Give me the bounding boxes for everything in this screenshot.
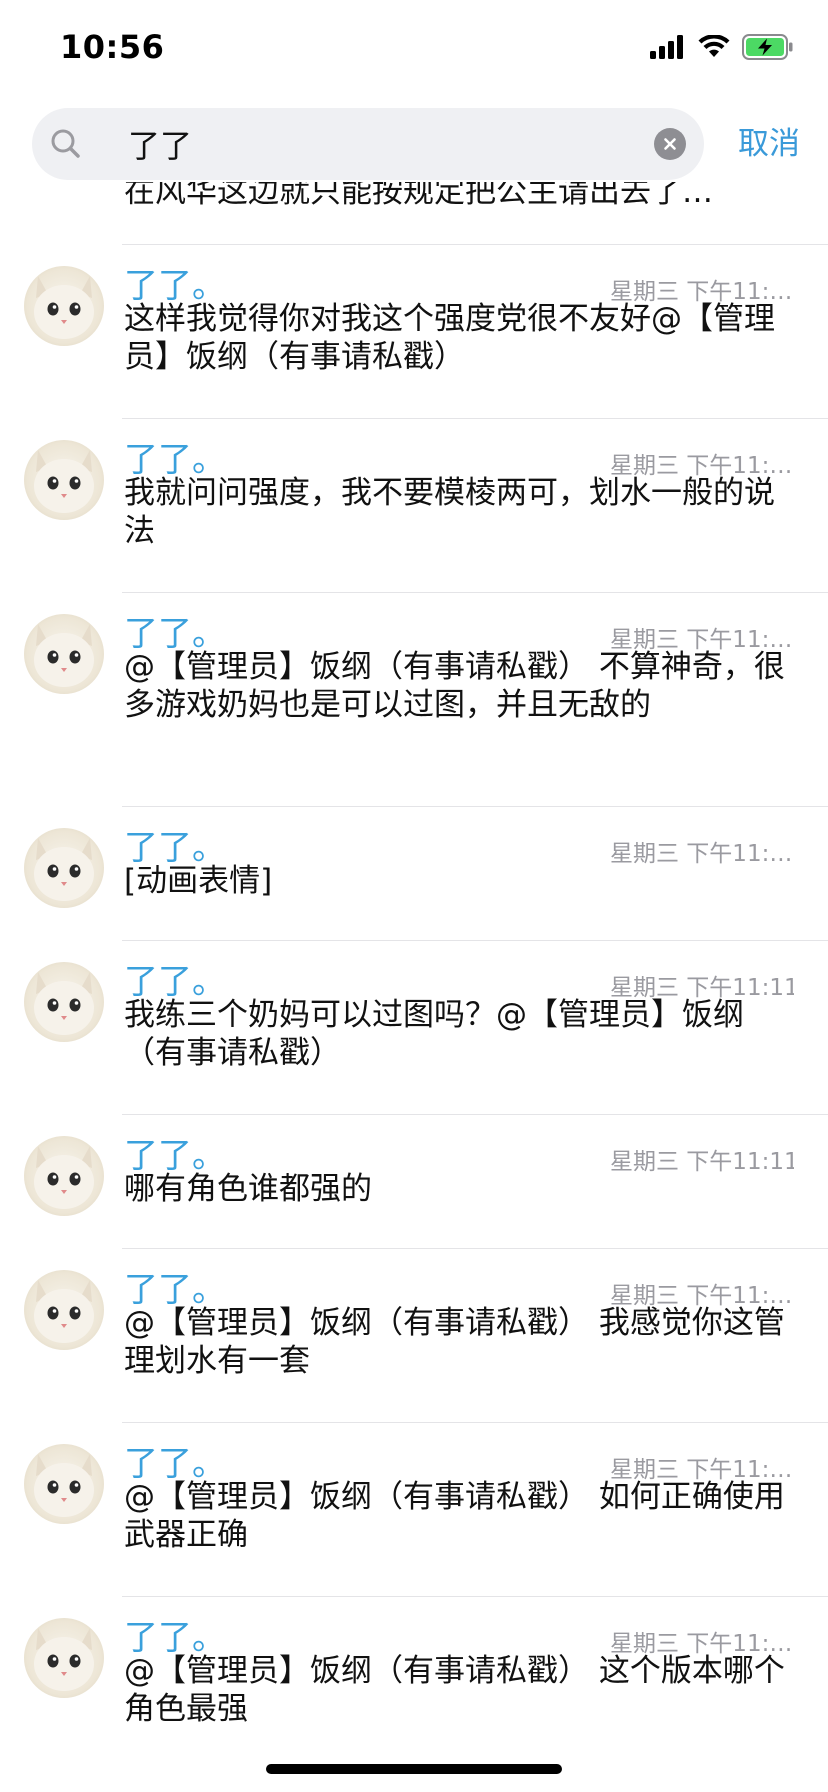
result-item[interactable]: 了了。 星期三 下午11:… 我就问问强度，我不要模棱两可，划水一般的说法 — [0, 418, 828, 592]
search-input[interactable] — [98, 108, 638, 180]
cat-avatar-icon — [34, 838, 94, 901]
cat-avatar-icon — [34, 1454, 94, 1517]
search-field-container[interactable] — [32, 108, 704, 180]
clear-icon — [664, 138, 676, 150]
cat-avatar-icon — [34, 450, 94, 513]
result-item[interactable]: 了了。 星期三 下午11:… @【管理员】饭纲（有事请私戳） 如何正确使用武器正… — [0, 1422, 828, 1596]
result-item[interactable]: 了了。 星期三 下午11:… @【管理员】饭纲（有事请私戳） 这个版本哪个角色最… — [0, 1596, 828, 1742]
partial-result-item[interactable]: 在风华这边就只能按规定把公主请出去了… — [0, 182, 828, 244]
message-text: 我练三个奶妈可以过图吗？@【管理员】饭纲（有事请私戳） — [124, 997, 744, 1071]
search-results-list[interactable]: 在风华这边就只能按规定把公主请出去了… 了了。 星期三 下午11:… 这样我觉得… — [0, 182, 828, 1742]
home-indicator[interactable] — [266, 1764, 562, 1774]
message-text: @【管理员】饭纲（有事请私戳） 我感觉你这管理划水有一套 — [124, 1305, 785, 1379]
avatar — [24, 440, 104, 520]
result-item[interactable]: 了了。 星期三 下午11:11 哪有角色谁都强的 — [0, 1114, 828, 1248]
avatar — [24, 1136, 104, 1216]
result-item[interactable]: 了了。 星期三 下午11:… [动画表情] — [0, 806, 828, 940]
message-text: @【管理员】饭纲（有事请私戳） 不算神奇，很多游戏奶妈也是可以过图，并且无敌的 — [124, 649, 785, 723]
message-text: [动画表情] — [124, 863, 273, 899]
result-item[interactable]: 了了。 星期三 下午11:… @【管理员】饭纲（有事请私戳） 我感觉你这管理划水… — [0, 1248, 828, 1422]
avatar — [24, 1618, 104, 1698]
status-bar: 10:56 — [0, 0, 828, 100]
avatar — [24, 1270, 104, 1350]
avatar — [24, 1444, 104, 1524]
message-text: 哪有角色谁都强的 — [124, 1171, 372, 1207]
search-icon — [51, 129, 80, 158]
avatar — [24, 614, 104, 694]
partial-message: 在风华这边就只能按规定把公主请出去了… — [124, 182, 713, 210]
result-item[interactable]: 了了。 星期三 下午11:… 这样我觉得你对我这个强度党很不友好@【管理员】饭纲… — [0, 244, 828, 418]
cat-avatar-icon — [34, 276, 94, 339]
wifi-icon — [698, 35, 730, 57]
cat-avatar-icon — [34, 972, 94, 1035]
result-item[interactable]: 了了。 星期三 下午11:… @【管理员】饭纲（有事请私戳） 不算神奇，很多游戏… — [0, 592, 828, 806]
avatar — [24, 266, 104, 346]
cat-avatar-icon — [34, 1280, 94, 1343]
search-bar: 取消 — [0, 108, 828, 180]
clear-search-button[interactable] — [654, 128, 686, 160]
cellular-signal-icon — [650, 35, 683, 59]
avatar — [24, 962, 104, 1042]
cat-avatar-icon — [34, 1628, 94, 1691]
status-icons — [650, 34, 794, 60]
message-text: 我就问问强度，我不要模棱两可，划水一般的说法 — [124, 475, 775, 549]
message-text: @【管理员】饭纲（有事请私戳） 这个版本哪个角色最强 — [124, 1653, 785, 1727]
cancel-button[interactable]: 取消 — [738, 108, 800, 180]
status-time: 10:56 — [60, 28, 165, 66]
message-text: 这样我觉得你对我这个强度党很不友好@【管理员】饭纲（有事请私戳） — [124, 301, 775, 375]
cat-avatar-icon — [34, 1146, 94, 1209]
battery-charging-icon — [742, 34, 793, 60]
avatar — [24, 828, 104, 908]
cat-avatar-icon — [34, 624, 94, 687]
message-text: @【管理员】饭纲（有事请私戳） 如何正确使用武器正确 — [124, 1479, 785, 1553]
result-item[interactable]: 了了。 星期三 下午11:11 我练三个奶妈可以过图吗？@【管理员】饭纲（有事请… — [0, 940, 828, 1114]
